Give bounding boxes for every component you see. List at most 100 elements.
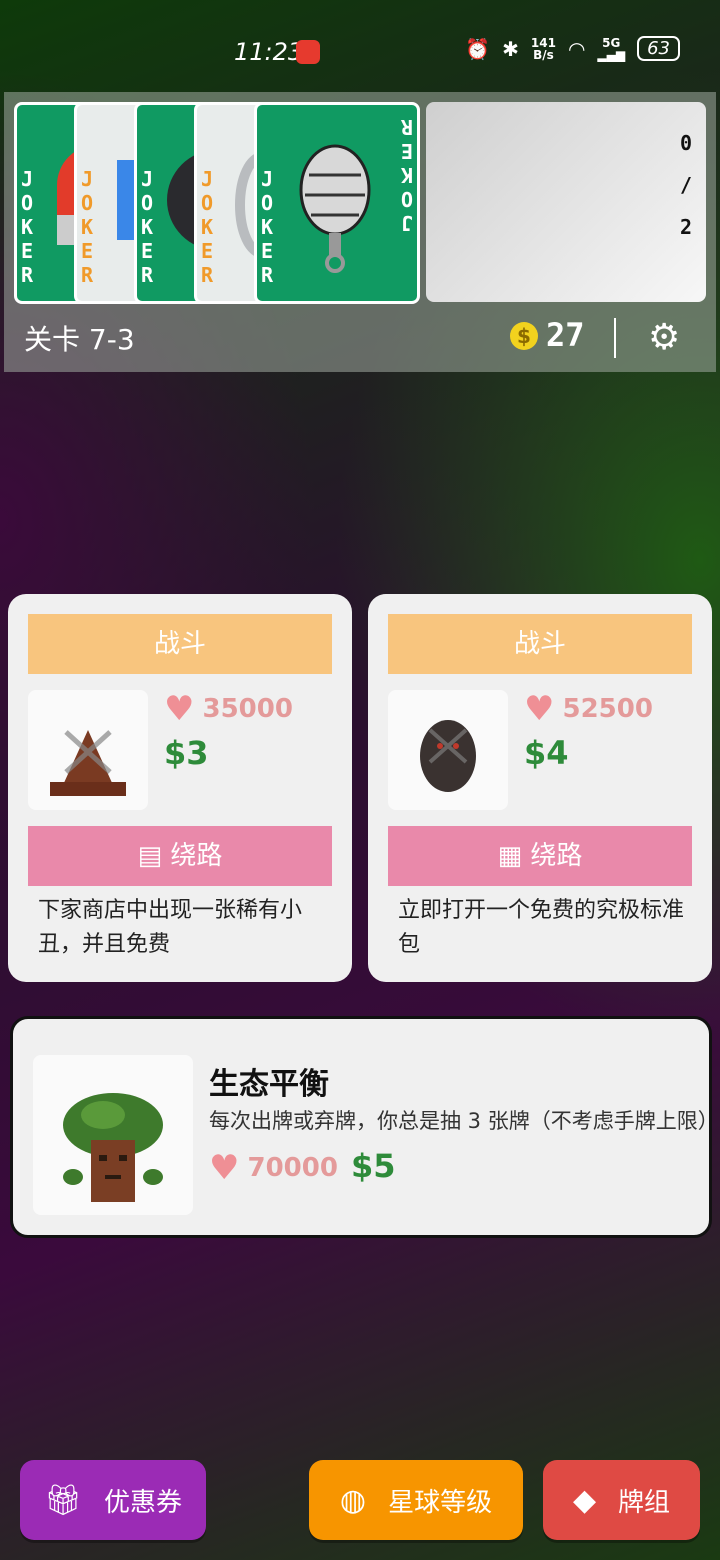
joker-letter: R <box>400 115 414 139</box>
blind-card-small: 战斗 ♥ 35000 $3 ▤ 绕路 下家商店中出现一张稀有小丑，并且免费 <box>8 594 352 982</box>
joker-letter: E <box>400 139 414 163</box>
joker-vertical-label: JOKER <box>257 167 277 287</box>
skip-reward-description: 立即打开一个免费的究极标准包 <box>398 898 685 957</box>
hooded-creature-icon <box>420 720 476 792</box>
slot-count-max: 2 <box>679 215 692 239</box>
boss-description: 每次出牌或弃牌，你总是抽 3 张牌（不考虑手牌上限） <box>209 1109 712 1133</box>
joker-vertical-label: JOKER <box>77 167 97 287</box>
planet-level-button[interactable]: ◍ 星球等级 <box>309 1460 523 1540</box>
joker-letter: O <box>20 191 34 215</box>
joker-vertical-label: JOKER <box>137 167 157 287</box>
skip-label: 绕路 <box>170 841 223 871</box>
joker-letter: O <box>400 187 414 211</box>
grid-icon: ▦ <box>497 841 523 871</box>
reward-price: $5 <box>351 1147 396 1185</box>
boss-hp: ♥ 70000 <box>209 1148 338 1188</box>
bluetooth-icon: ✱ <box>502 36 519 61</box>
skip-button[interactable]: ▦ 绕路 <box>388 826 692 886</box>
blind-card-big: 战斗 ♥ 52500 $4 ▦ 绕路 立即打开一个免费的究极标准包 <box>368 594 712 982</box>
status-bar: 11:23 ⏰ ✱ 141 B/s ◠ 5G ▂▄▆ 63 <box>0 0 720 92</box>
deck-label: 牌组 <box>618 1487 671 1518</box>
skip-label: 绕路 <box>530 841 583 871</box>
joker-letter: R <box>20 263 34 287</box>
joker-letter: R <box>200 263 214 287</box>
wifi-icon: ◠ <box>567 36 586 61</box>
joker-letter: J <box>80 167 94 191</box>
skip-reward-description: 下家商店中出现一张稀有小丑，并且免费 <box>38 898 303 957</box>
net-speed: 141 B/s <box>531 37 556 61</box>
joker-letter: K <box>140 215 154 239</box>
joker-letter: O <box>80 191 94 215</box>
money-count: 27 <box>546 316 585 354</box>
joker-letter: E <box>200 239 214 263</box>
joker-hand: JOKER JOKER JOKER JOKER J O K E R J O K … <box>14 102 420 304</box>
joker-letter: R <box>140 263 154 287</box>
settings-gear-icon[interactable]: ⚙ <box>648 318 680 358</box>
battle-button[interactable]: 战斗 <box>388 614 692 674</box>
joker-vertical-label-flipped: JOKER <box>397 115 417 235</box>
enemy-avatar <box>28 690 148 810</box>
deck-button[interactable]: ◆ 牌组 <box>543 1460 700 1540</box>
joker-letter: J <box>260 167 274 191</box>
microphone-icon <box>299 144 371 273</box>
battery-indicator: 63 <box>637 36 680 61</box>
heart-icon: ♥ <box>164 689 195 729</box>
clock: 11:23 <box>234 38 304 66</box>
reward-price: $3 <box>164 734 209 772</box>
heart-icon: ♥ <box>524 689 555 729</box>
joker-letter: O <box>260 191 274 215</box>
heart-icon: ♥ <box>209 1148 240 1188</box>
divider <box>614 318 616 358</box>
joker-letter: K <box>80 215 94 239</box>
hp-value: 35000 <box>202 694 293 724</box>
boss-name: 生态平衡 <box>209 1067 329 1102</box>
joker-letter: E <box>20 239 34 263</box>
enemy-hp: ♥ 52500 <box>524 689 653 729</box>
reward-price: $4 <box>524 734 569 772</box>
coin-icon: $ <box>510 322 538 350</box>
joker-letter: E <box>260 239 274 263</box>
boss-avatar <box>33 1055 193 1215</box>
globe-icon: ◍ <box>339 1482 367 1518</box>
planet-level-label: 星球等级 <box>388 1487 493 1518</box>
status-icons: ⏰ ✱ 141 B/s ◠ 5G ▂▄▆ 63 <box>465 36 680 61</box>
slot-count: 0 / 2 <box>680 122 692 248</box>
joker-letter: E <box>140 239 154 263</box>
layers-icon: ◆ <box>572 1482 597 1518</box>
skip-button[interactable]: ▤ 绕路 <box>28 826 332 886</box>
joker-vertical-label: JOKER <box>197 167 217 287</box>
coupon-label: 优惠券 <box>104 1487 183 1518</box>
net-speed-unit: B/s <box>533 47 554 62</box>
joker-letter: J <box>20 167 34 191</box>
coupon-button[interactable]: 🎁︎ 优惠券 <box>20 1460 206 1540</box>
joker-letter: R <box>80 263 94 287</box>
joker-letter: K <box>20 215 34 239</box>
joker-letter: R <box>260 263 274 287</box>
hp-value: 52500 <box>562 694 653 724</box>
network-type: 5G <box>602 35 621 50</box>
enemy-hp: ♥ 35000 <box>164 689 293 729</box>
app-notification-icon <box>296 40 320 64</box>
joker-letter: O <box>200 191 214 215</box>
joker-letter: J <box>200 167 214 191</box>
joker-letter: E <box>80 239 94 263</box>
cellular-icon: 5G ▂▄▆ <box>597 35 626 62</box>
boss-blind-card[interactable]: 生态平衡 每次出牌或弃牌，你总是抽 3 张牌（不考虑手牌上限） ♥ 70000 … <box>10 1016 712 1238</box>
witch-hat-icon <box>50 730 126 796</box>
joker-letter: O <box>140 191 154 215</box>
joker-letter: J <box>400 211 414 235</box>
gift-icon: 🎁︎ <box>43 1482 83 1518</box>
joker-letter: K <box>400 163 414 187</box>
alarm-icon: ⏰ <box>465 36 491 61</box>
joker-vertical-label: JOKER <box>17 167 37 287</box>
joker-letter: K <box>260 215 274 239</box>
level-label: 关卡 7-3 <box>24 323 135 356</box>
enemy-avatar <box>388 690 508 810</box>
joker-card-microphone[interactable]: JOKER JOKER <box>254 102 420 304</box>
joker-letter: J <box>140 167 154 191</box>
battle-button[interactable]: 战斗 <box>28 614 332 674</box>
hp-value: 70000 <box>247 1153 338 1183</box>
tree-monster-icon <box>63 1093 163 1202</box>
slot-count-separator: / <box>679 173 692 197</box>
consumable-slot[interactable]: 0 / 2 <box>426 102 706 302</box>
